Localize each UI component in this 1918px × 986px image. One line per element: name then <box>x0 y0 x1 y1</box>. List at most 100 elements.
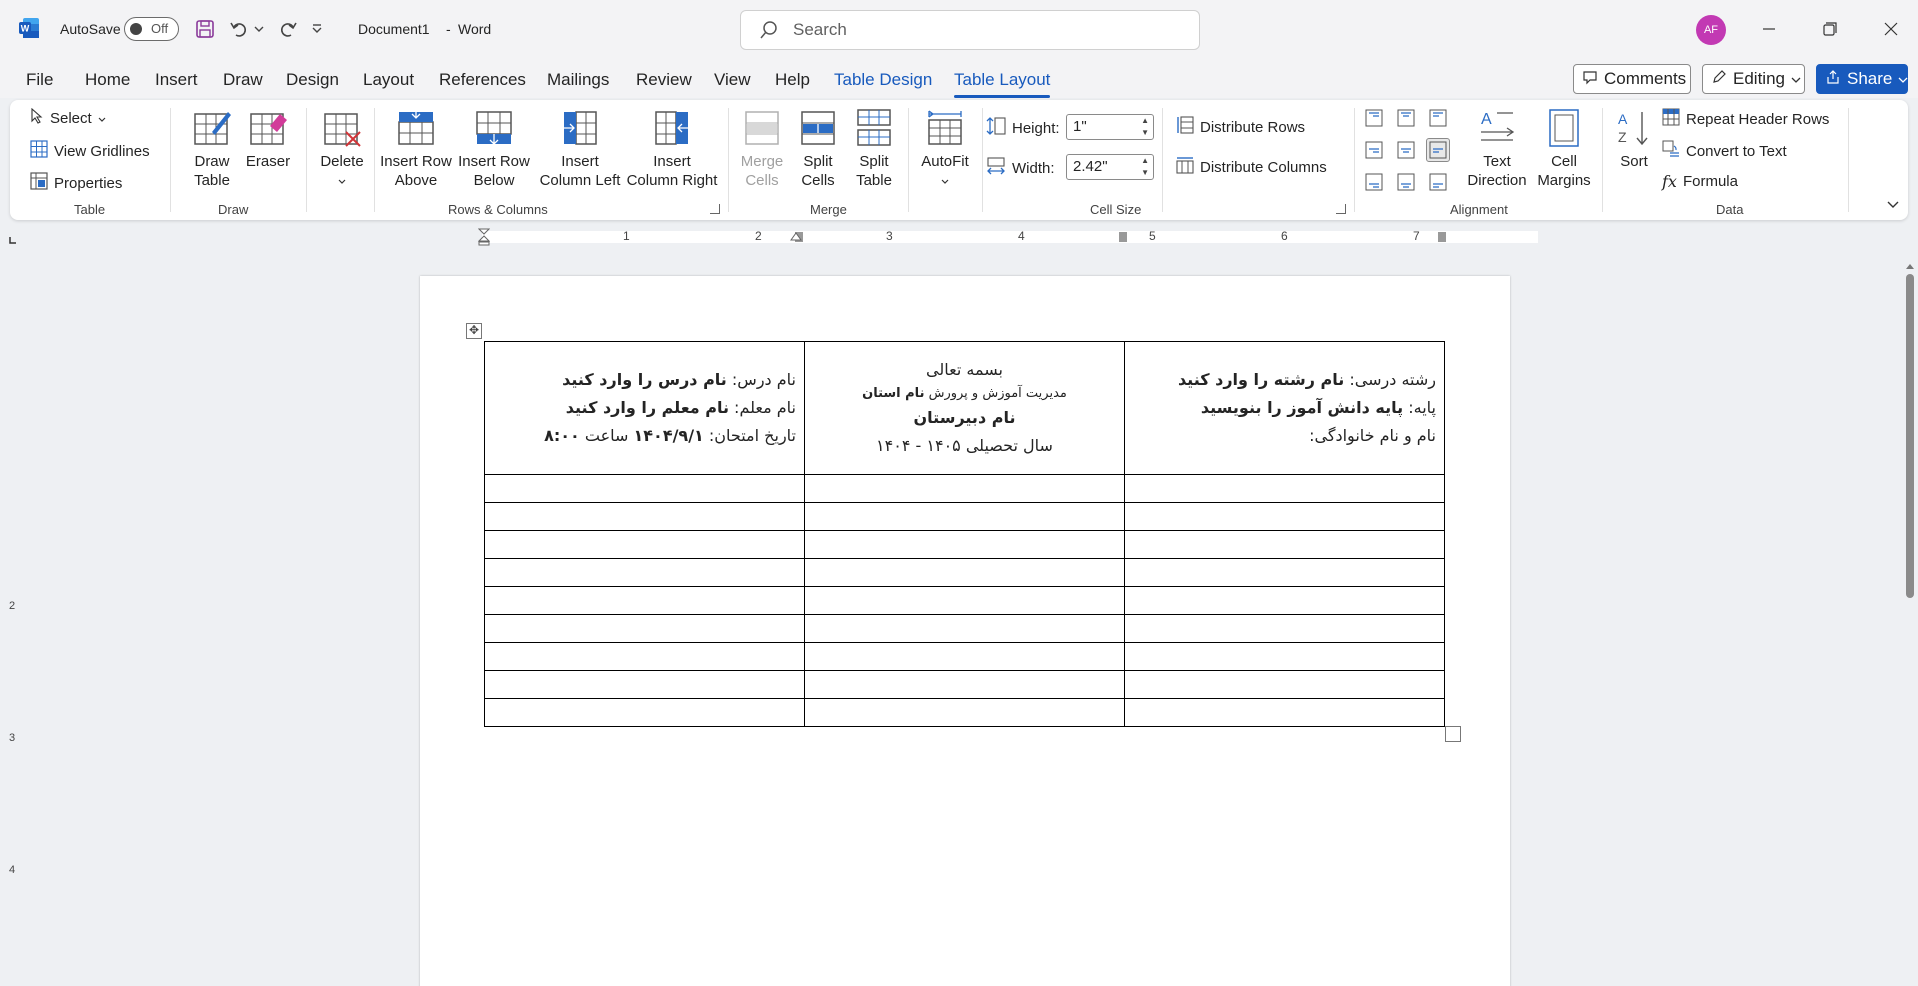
vertical-ruler[interactable]: 2 3 4 <box>6 250 24 986</box>
rows-columns-launcher-icon[interactable] <box>710 204 720 214</box>
distribute-rows-button[interactable]: Distribute Rows <box>1176 116 1305 138</box>
table-cell[interactable] <box>484 642 805 671</box>
right-indent-marker-icon[interactable] <box>790 228 802 244</box>
text-direction-button[interactable]: A Text Direction <box>1462 106 1532 190</box>
split-cells-button[interactable]: Split Cells <box>790 106 846 190</box>
indent-marker-icon[interactable] <box>477 228 491 249</box>
align-top-left-icon[interactable] <box>1426 106 1450 130</box>
align-middle-right-icon[interactable] <box>1362 138 1386 162</box>
repeat-header-rows-button[interactable]: Repeat Header Rows <box>1662 108 1829 130</box>
scrollbar-thumb[interactable] <box>1906 274 1914 598</box>
table-cell[interactable] <box>804 698 1125 727</box>
table-cell[interactable] <box>484 614 805 643</box>
exam-header-table[interactable]: رشته درسی: نام رشته را وارد کنید پایه: پ… <box>484 341 1445 727</box>
distribute-columns-button[interactable]: Distribute Columns <box>1176 156 1327 178</box>
table-cell[interactable] <box>1124 502 1445 531</box>
tab-layout[interactable]: Layout <box>363 70 414 90</box>
table-cell[interactable] <box>1124 474 1445 503</box>
column-marker-icon[interactable] <box>1438 232 1446 242</box>
tab-draw[interactable]: Draw <box>223 70 263 90</box>
search-input[interactable]: Search <box>740 10 1200 50</box>
select-button[interactable]: Select <box>30 107 106 128</box>
convert-to-text-button[interactable]: Convert to Text <box>1662 140 1787 162</box>
undo-dropdown-icon[interactable] <box>252 16 266 42</box>
table-cell[interactable] <box>1124 614 1445 643</box>
tab-table-layout[interactable]: Table Layout <box>954 70 1051 98</box>
table-cell-school-info[interactable]: بسمه تعالی مدیریت آموزش و پرورش نام استا… <box>804 341 1125 475</box>
draw-table-button[interactable]: Draw Table <box>182 106 242 190</box>
collapse-ribbon-icon[interactable] <box>1886 196 1900 212</box>
table-cell[interactable] <box>804 558 1125 587</box>
tab-home[interactable]: Home <box>85 70 130 90</box>
table-cell[interactable] <box>484 474 805 503</box>
insert-column-right-button[interactable]: Insert Column Right <box>620 106 724 190</box>
minimize-icon[interactable] <box>1754 14 1784 44</box>
share-button[interactable]: Share <box>1816 64 1908 94</box>
eraser-button[interactable]: Eraser <box>238 106 298 171</box>
autofit-button[interactable]: AutoFit <box>910 106 980 190</box>
cell-size-launcher-icon[interactable] <box>1336 204 1346 214</box>
close-icon[interactable] <box>1876 14 1906 44</box>
table-cell[interactable] <box>1124 698 1445 727</box>
tab-file[interactable]: File <box>26 70 53 90</box>
table-cell[interactable] <box>804 670 1125 699</box>
tab-insert[interactable]: Insert <box>155 70 198 90</box>
merge-cells-button[interactable]: Merge Cells <box>730 106 794 190</box>
table-cell[interactable] <box>1124 670 1445 699</box>
insert-row-above-button[interactable]: Insert Row Above <box>376 106 456 190</box>
comments-button[interactable]: Comments <box>1573 64 1691 94</box>
column-marker-icon[interactable] <box>1119 232 1127 242</box>
restore-icon[interactable] <box>1815 14 1845 44</box>
align-middle-left-icon[interactable] <box>1426 138 1450 162</box>
align-middle-center-icon[interactable] <box>1394 138 1418 162</box>
tab-help[interactable]: Help <box>775 70 810 90</box>
width-input[interactable]: 2.42" ▲ ▼ <box>1066 154 1154 180</box>
customize-toolbar-icon[interactable] <box>310 16 324 42</box>
table-cell[interactable] <box>484 558 805 587</box>
tab-review[interactable]: Review <box>636 70 692 90</box>
table-move-handle-icon[interactable]: ✥ <box>466 323 482 339</box>
tab-view[interactable]: View <box>714 70 751 90</box>
tab-selector-icon[interactable] <box>8 232 18 248</box>
properties-button[interactable]: Properties <box>30 172 122 194</box>
horizontal-ruler[interactable]: 1 2 3 4 5 6 7 <box>30 228 1918 246</box>
redo-icon[interactable] <box>275 16 301 42</box>
table-cell[interactable] <box>804 530 1125 559</box>
table-cell[interactable] <box>484 670 805 699</box>
align-bottom-left-icon[interactable] <box>1426 170 1450 194</box>
tab-design[interactable]: Design <box>286 70 339 90</box>
height-input[interactable]: 1" ▲ ▼ <box>1066 114 1154 140</box>
tab-references[interactable]: References <box>439 70 526 90</box>
height-spinner-icon[interactable]: ▲ ▼ <box>1141 115 1149 139</box>
table-cell[interactable] <box>804 642 1125 671</box>
table-cell[interactable] <box>1124 642 1445 671</box>
table-cell[interactable] <box>1124 530 1445 559</box>
editing-mode-button[interactable]: Editing <box>1702 64 1805 94</box>
align-bottom-center-icon[interactable] <box>1394 170 1418 194</box>
table-cell[interactable] <box>484 502 805 531</box>
table-cell-course-info[interactable]: نام درس: نام درس را وارد کنید نام معلم: … <box>484 341 805 475</box>
table-resize-handle-icon[interactable] <box>1445 726 1461 742</box>
table-cell[interactable] <box>484 698 805 727</box>
sort-button[interactable]: AZ Sort <box>1608 106 1660 171</box>
table-cell[interactable] <box>804 502 1125 531</box>
tab-table-design[interactable]: Table Design <box>834 70 932 90</box>
formula-button[interactable]: fx Formula <box>1662 172 1738 191</box>
table-cell[interactable] <box>1124 586 1445 615</box>
avatar[interactable]: AF <box>1696 15 1726 45</box>
autosave-toggle[interactable]: Off <box>124 17 179 41</box>
view-gridlines-button[interactable]: View Gridlines <box>30 140 150 162</box>
table-cell[interactable] <box>484 586 805 615</box>
table-cell[interactable] <box>804 586 1125 615</box>
insert-column-left-button[interactable]: Insert Column Left <box>532 106 628 190</box>
undo-icon[interactable] <box>226 16 252 42</box>
vertical-scrollbar[interactable] <box>1904 258 1914 986</box>
width-spinner-icon[interactable]: ▲ ▼ <box>1141 155 1149 179</box>
tab-mailings[interactable]: Mailings <box>547 70 609 90</box>
cell-margins-button[interactable]: Cell Margins <box>1532 106 1596 190</box>
table-cell[interactable] <box>484 530 805 559</box>
align-top-center-icon[interactable] <box>1394 106 1418 130</box>
save-icon[interactable] <box>192 16 218 42</box>
delete-button[interactable]: Delete <box>312 106 372 190</box>
table-cell[interactable] <box>804 614 1125 643</box>
